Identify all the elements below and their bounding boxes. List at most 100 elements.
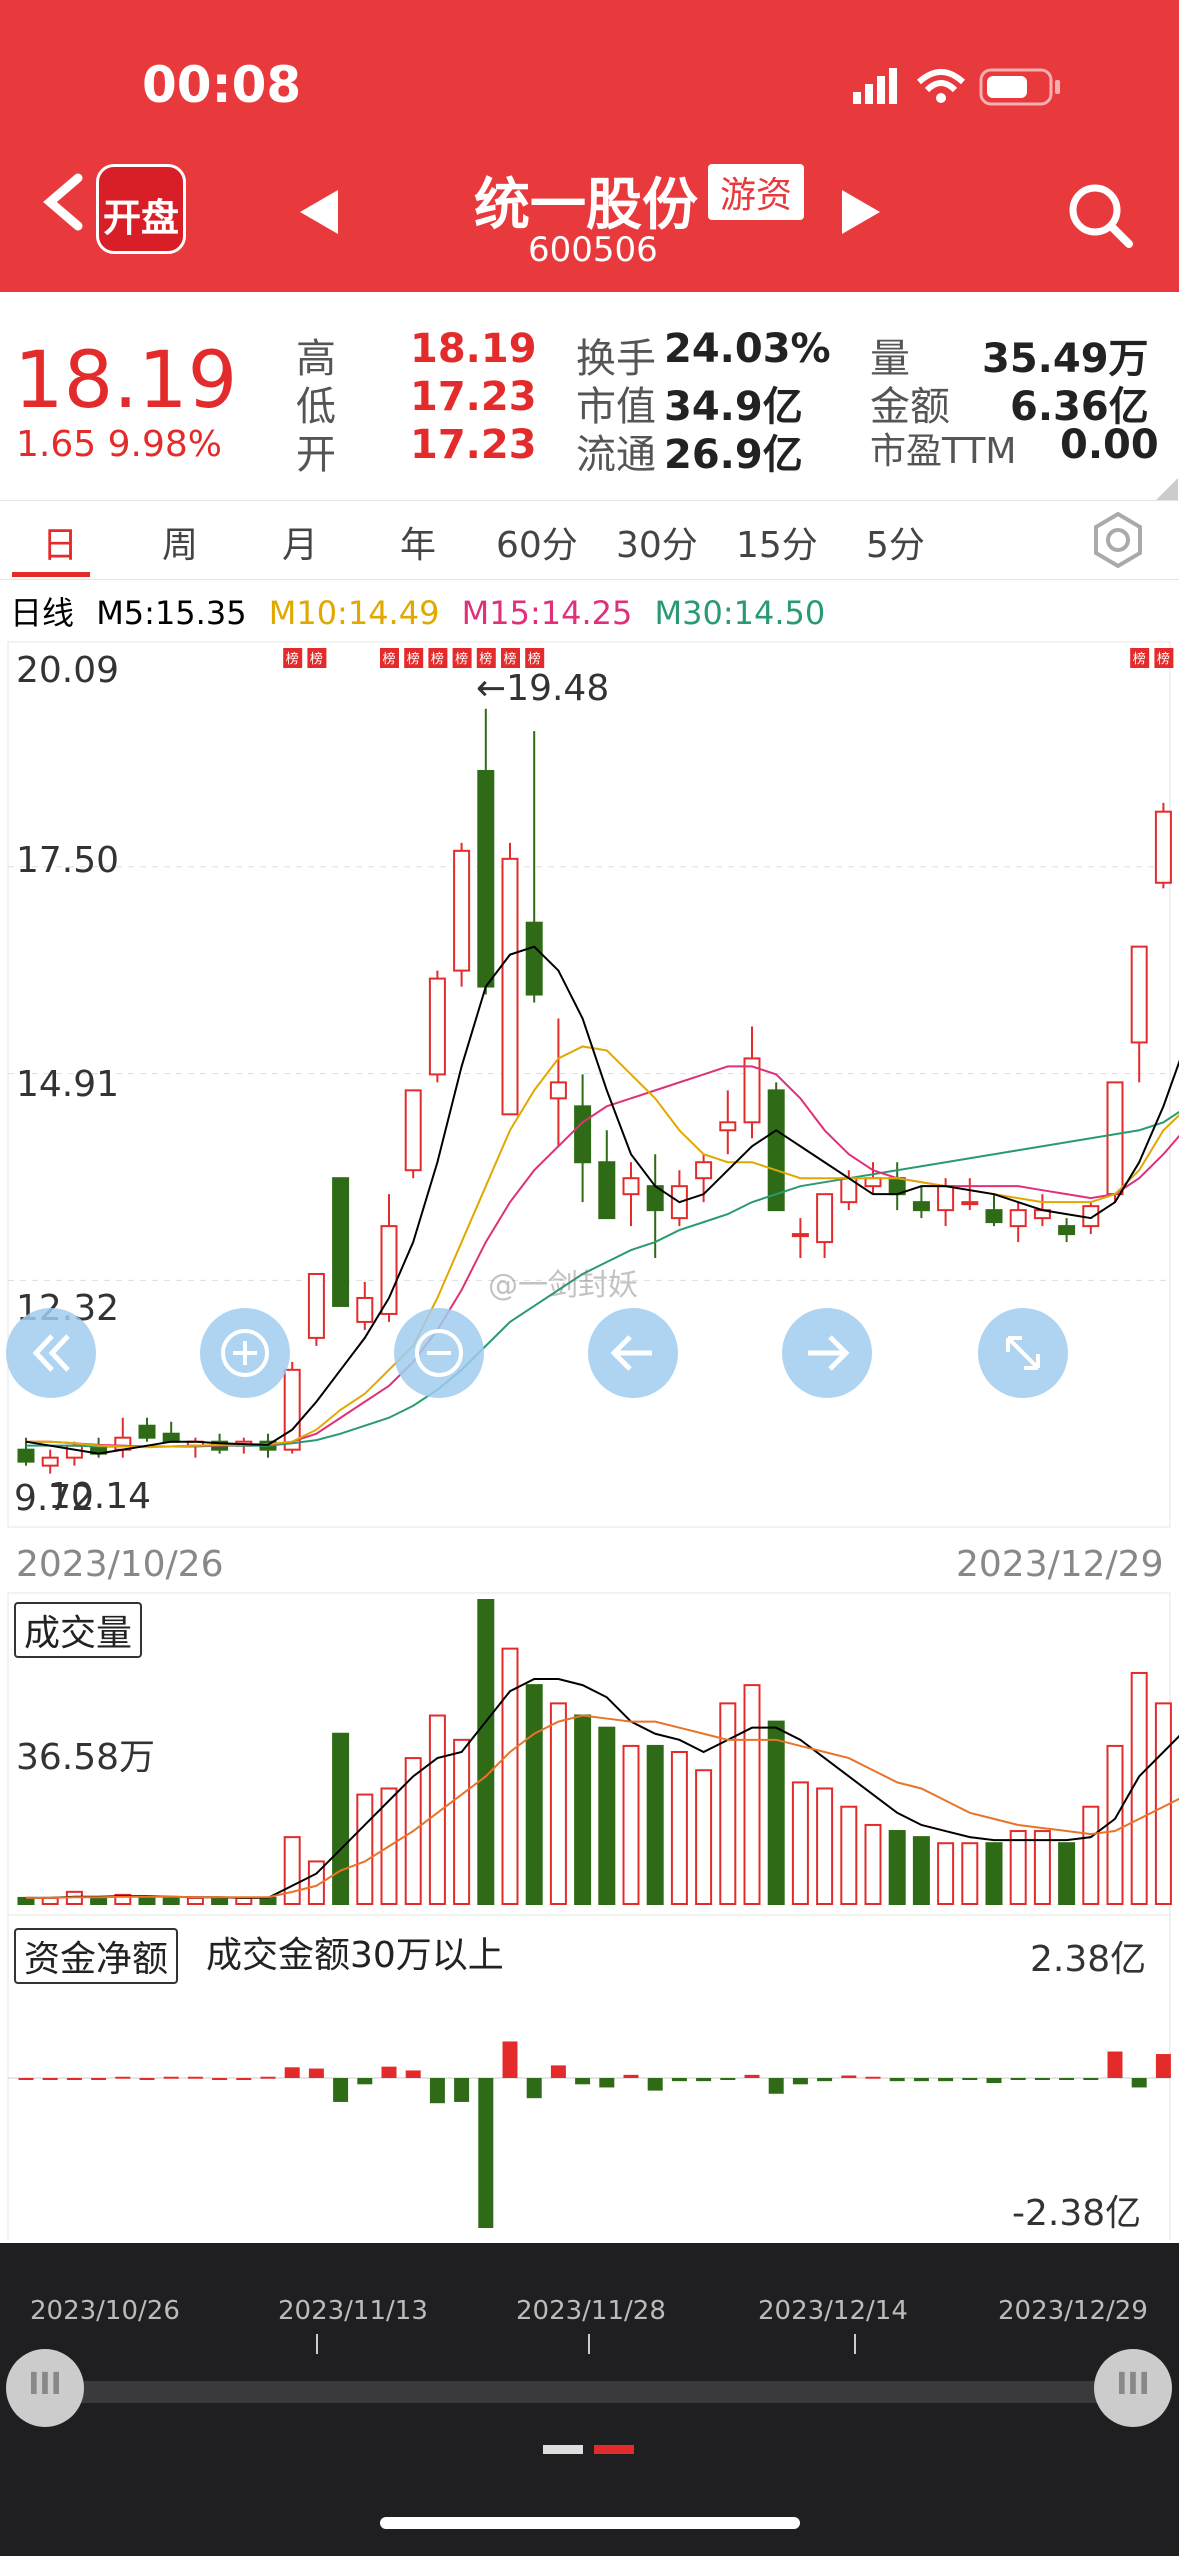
netflow-bar	[1155, 2054, 1171, 2078]
netflow-bar	[841, 2075, 857, 2078]
netflow-bar	[163, 2076, 179, 2079]
volume-bar	[622, 1744, 640, 1906]
page-indicator-1[interactable]	[543, 2445, 583, 2454]
netflow-bar	[1034, 2078, 1050, 2080]
netflow-bar	[1059, 2078, 1075, 2080]
netflow-bar	[429, 2078, 445, 2104]
volume-bar	[719, 1702, 737, 1905]
nav-date-2: 2023/11/13	[278, 2296, 428, 2326]
tab-year[interactable]: 年	[400, 516, 436, 568]
netflow-bar	[671, 2078, 687, 2082]
candle-body	[937, 1185, 955, 1212]
handle-grip: III	[28, 2367, 62, 2402]
netflow-bar	[792, 2078, 808, 2085]
netflow-bar	[284, 2067, 300, 2078]
candle-body	[985, 1209, 1003, 1224]
fast-back-button[interactable]	[6, 1308, 96, 1398]
nav-date-1: 2023/10/26	[30, 2296, 180, 2326]
y-label-3: 14.91	[16, 1064, 120, 1105]
netflow-bar	[696, 2078, 712, 2082]
pe-label: 市盈TTM	[870, 431, 1017, 472]
app-logo[interactable]: 开盘	[96, 164, 186, 254]
kline-chart[interactable]: 榜榜榜榜榜榜榜榜榜榜榜	[0, 630, 1179, 2240]
expand-icon	[1006, 1336, 1040, 1370]
netflow-bar	[986, 2078, 1002, 2084]
page-indicator-2[interactable]	[594, 2445, 634, 2454]
volume-bar	[211, 1896, 229, 1906]
low-value: 17.23	[410, 374, 537, 420]
nav-date-4: 2023/12/14	[758, 2296, 908, 2326]
volume-bar	[1082, 1805, 1100, 1905]
candle-body	[816, 1193, 834, 1244]
ma-legend: 日线 M5:15.35 M10:14.49 M15:14.25 M30:14.5…	[10, 588, 837, 634]
candle-body	[162, 1432, 180, 1443]
candle-body	[695, 1161, 713, 1180]
netflow-bar	[647, 2078, 663, 2091]
zoom-in-button[interactable]	[200, 1308, 290, 1398]
fullscreen-button[interactable]	[978, 1308, 1068, 1398]
netflow-bar	[139, 2078, 155, 2080]
watermark: @一剑封妖	[488, 1268, 638, 1303]
start-date: 2023/10/26	[16, 1544, 224, 1585]
rank-badge-text: 榜	[310, 651, 323, 667]
netflow-bar	[478, 2078, 494, 2228]
netflow-bar	[599, 2078, 615, 2088]
rank-badge-text: 榜	[455, 651, 468, 667]
back-icon[interactable]	[36, 172, 96, 232]
tab-5min[interactable]: 5分	[866, 516, 925, 568]
netflow-bar	[913, 2078, 929, 2082]
candle-body	[477, 769, 495, 988]
candle-body	[380, 1225, 398, 1315]
netflow-bar	[889, 2078, 905, 2082]
candle-body	[1058, 1225, 1076, 1236]
active-tab-indicator	[12, 572, 90, 577]
scroll-right-button[interactable]	[782, 1308, 872, 1398]
netflow-bar	[308, 2068, 324, 2078]
netflow-section-label: 资金净额	[14, 1928, 179, 1984]
candle-body	[332, 1177, 350, 1307]
volume-bar	[574, 1714, 592, 1906]
prev-stock-icon[interactable]	[300, 190, 338, 234]
volume-tick: 36.58万	[16, 1737, 156, 1778]
netflow-bar	[768, 2078, 784, 2094]
double-chevron-left-icon	[32, 1334, 70, 1372]
candle-body	[41, 1456, 59, 1467]
netflow-bar	[357, 2078, 373, 2085]
tab-60min[interactable]: 60分	[496, 516, 578, 568]
volume-bar	[453, 1738, 471, 1905]
candle-body	[574, 1105, 592, 1164]
candle-body	[1082, 1205, 1100, 1228]
netflow-bar	[962, 2078, 978, 2080]
tab-15min[interactable]: 15分	[736, 516, 818, 568]
search-icon[interactable]	[1065, 180, 1135, 250]
netflow-bar	[1107, 2051, 1123, 2078]
handle-grip: III	[1116, 2367, 1150, 2402]
tab-week[interactable]: 周	[162, 516, 198, 568]
zoom-in-icon	[221, 1329, 269, 1377]
settings-gear-icon[interactable]	[1090, 512, 1146, 568]
zoom-out-button[interactable]	[394, 1308, 484, 1398]
next-stock-icon[interactable]	[842, 190, 880, 234]
candle-body	[501, 857, 519, 1116]
tab-day[interactable]: 日	[42, 516, 78, 568]
app-logo-label: 开盘	[102, 196, 179, 240]
rank-badge-text: 榜	[479, 651, 492, 667]
volume-bar	[525, 1684, 543, 1905]
volume-bar	[840, 1805, 858, 1905]
netflow-bar	[212, 2078, 228, 2080]
range-handle-right[interactable]: III	[1094, 2349, 1172, 2427]
tab-30min[interactable]: 30分	[616, 516, 698, 568]
rank-badge-text: 榜	[1157, 651, 1170, 667]
candle-body	[1154, 810, 1172, 884]
tab-month[interactable]: 月	[282, 516, 318, 568]
ma30-value: M30:14.50	[654, 594, 826, 632]
range-track[interactable]	[40, 2381, 1140, 2403]
scroll-left-button[interactable]	[588, 1308, 678, 1398]
netflow-bar	[236, 2078, 252, 2080]
ma15-value: M15:14.25	[461, 594, 633, 632]
volume-bar	[767, 1720, 785, 1905]
netflow-bar	[42, 2078, 58, 2080]
volume-bar	[670, 1751, 688, 1905]
rank-badge-text: 榜	[407, 651, 420, 667]
range-handle-left[interactable]: III	[6, 2349, 84, 2427]
